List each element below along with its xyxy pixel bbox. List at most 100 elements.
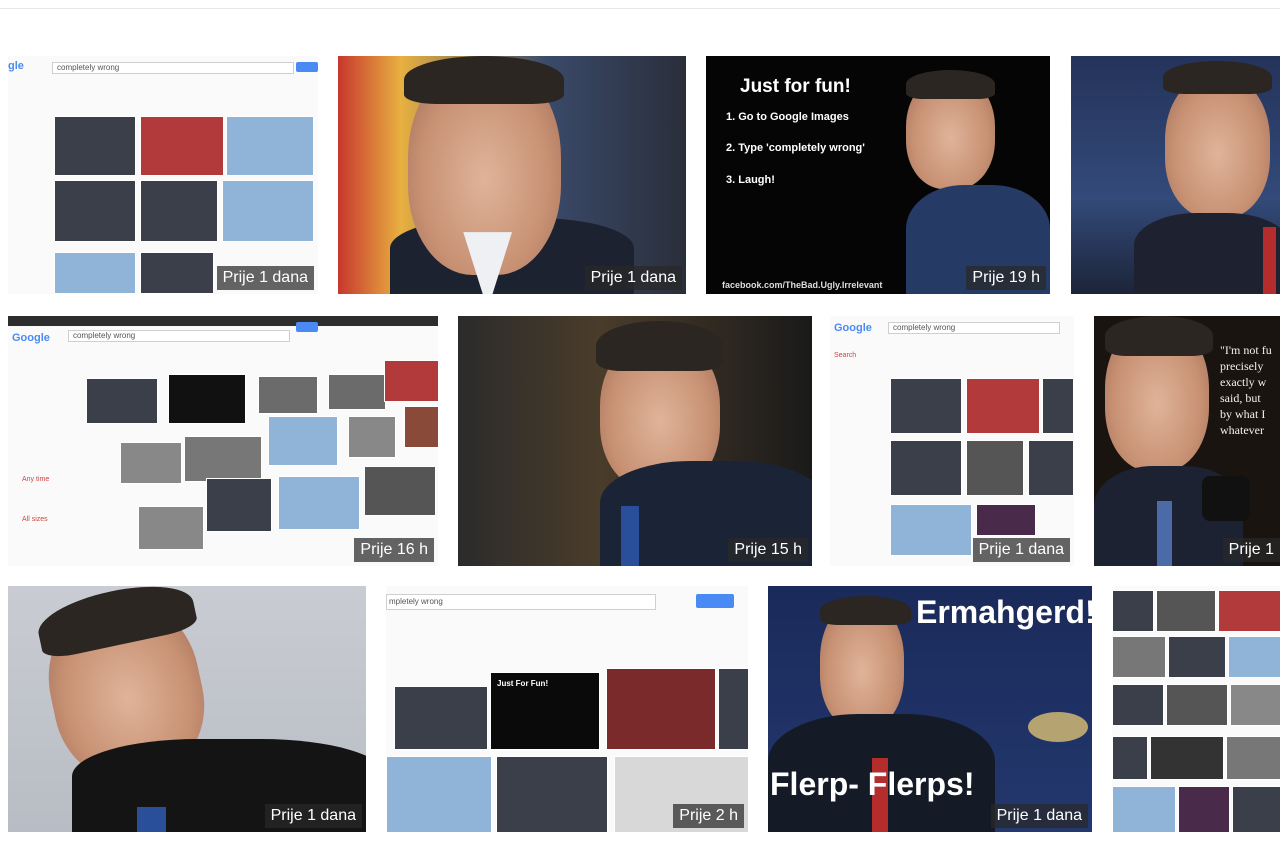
- thumbnail: [206, 478, 272, 532]
- image-result-tile[interactable]: [1112, 586, 1280, 832]
- thumbnail: [890, 440, 962, 496]
- quote-line: exactly w: [1220, 375, 1267, 389]
- thumbnail: [328, 374, 386, 410]
- image-result-tile[interactable]: Prije 1 dana: [8, 586, 366, 832]
- thumbnail: [140, 180, 218, 242]
- image-result-tile[interactable]: Google completely wrong Any time All siz…: [8, 316, 438, 566]
- time-badge: Prije 1 dana: [264, 804, 362, 828]
- quote-line: by what I: [1220, 407, 1266, 421]
- thumbnail: [1150, 736, 1224, 780]
- image-result-tile[interactable]: Prije 15 h: [458, 316, 812, 566]
- thumbnail: [86, 378, 158, 424]
- time-badge: Prije 16 h: [354, 538, 434, 562]
- thumbnail: [54, 180, 136, 242]
- time-badge: Prije 19 h: [966, 266, 1046, 290]
- thumbnail: [386, 756, 492, 832]
- search-box-image: completely wrong: [888, 322, 1060, 334]
- google-logo: Google: [12, 332, 50, 344]
- thumbnail: [364, 466, 436, 516]
- search-box-image: mpletely wrong: [386, 594, 656, 610]
- thumbnail: [394, 686, 488, 750]
- search-button-image: [296, 322, 318, 332]
- time-badge: Prije 1 dana: [990, 804, 1088, 828]
- quote-line: said, but: [1220, 391, 1261, 405]
- thumbnail: [258, 376, 318, 414]
- quote-line: "I'm not fu: [1220, 343, 1272, 357]
- prop-image: [1028, 712, 1088, 742]
- thumbnail: [1028, 440, 1074, 496]
- thumbnail: [1178, 786, 1230, 832]
- thumbnail: [1156, 590, 1216, 632]
- sidebar-link-image: Search: [834, 352, 857, 359]
- thumbnail: [138, 506, 204, 550]
- time-badge: Prije 2 h: [673, 804, 744, 828]
- search-query-text: completely wrong: [57, 63, 120, 72]
- meme-bottom-text: Flerp- Flerps!: [770, 766, 975, 802]
- thumbnail: [268, 416, 338, 466]
- thumbnail: [966, 440, 1024, 496]
- image-result-tile[interactable]: Google completely wrong Search Prije 1 d…: [830, 316, 1074, 566]
- time-badge: Prije 15 h: [728, 538, 808, 562]
- thumbnail: [1218, 590, 1280, 632]
- thumbnail: [1042, 378, 1074, 434]
- sidebar-link-image: All sizes: [22, 516, 48, 523]
- thumbnail: [168, 374, 246, 424]
- time-badge: Prije 1 dana: [972, 538, 1070, 562]
- thumbnail: [1232, 786, 1280, 832]
- thumbnail: [54, 116, 136, 176]
- search-button-image: [696, 594, 734, 608]
- thumbnail: [140, 252, 214, 294]
- thumbnail: [184, 436, 262, 482]
- thumbnail: [1112, 736, 1148, 780]
- image-result-tile[interactable]: Prije 1 dana: [338, 56, 686, 294]
- search-query-text: completely wrong: [893, 323, 956, 332]
- meme-line: 3. Laugh!: [726, 174, 775, 186]
- thumbnail: [226, 116, 314, 176]
- thumbnail: [54, 252, 136, 294]
- thumbnail: [890, 378, 962, 434]
- thumbnail: [222, 180, 314, 242]
- image-result-tile[interactable]: [1071, 56, 1280, 294]
- google-logo: gle: [8, 60, 24, 72]
- mini-meme-title: Just For Fun!: [497, 679, 549, 688]
- thumbnail: [1168, 636, 1226, 678]
- image-result-tile[interactable]: Just for fun! 1. Go to Google Images 2. …: [706, 56, 1050, 294]
- sidebar-link-image: Any time: [22, 476, 50, 483]
- search-button-image: [296, 62, 318, 72]
- meme-top-text: Ermahgerd!: [916, 594, 1092, 630]
- quote-line: whatever: [1220, 423, 1264, 437]
- meme-title: Just for fun!: [740, 76, 851, 97]
- thumbnail: [966, 378, 1040, 434]
- image-result-tile[interactable]: Ermahgerd! Flerp- Flerps! Prije 1 dana: [768, 586, 1092, 832]
- time-badge: Prije 1 dana: [584, 266, 682, 290]
- image-result-tile[interactable]: gle completely wrong Prije 1 dana: [8, 56, 318, 294]
- search-query-text: mpletely wrong: [389, 597, 443, 606]
- thumbnail: [1112, 636, 1166, 678]
- meme-footer: facebook.com/TheBad.Ugly.Irrelevant: [722, 280, 883, 290]
- search-box-image: completely wrong: [68, 330, 290, 342]
- meme-line: 2. Type 'completely wrong': [726, 142, 865, 154]
- time-badge: Prije 1 dana: [216, 266, 314, 290]
- time-badge: Prije 1: [1222, 538, 1280, 562]
- thumbnail: [348, 416, 396, 458]
- thumbnail: [1230, 684, 1280, 726]
- quote-line: precisely: [1220, 359, 1264, 373]
- thumbnail: [1112, 590, 1154, 632]
- thumbnail: [890, 504, 972, 556]
- thumbnail: [606, 668, 716, 750]
- top-divider: [0, 8, 1280, 9]
- thumbnail: [1228, 636, 1280, 678]
- thumbnail: [976, 504, 1036, 536]
- meme-line: 1. Go to Google Images: [726, 111, 849, 123]
- image-result-tile[interactable]: "I'm not fu precisely exactly w said, bu…: [1094, 316, 1280, 566]
- image-result-tile[interactable]: mpletely wrong Just For Fun! Prije 2 h: [386, 586, 748, 832]
- thumbnail: [120, 442, 182, 484]
- search-box-image: completely wrong: [52, 62, 294, 74]
- thumbnail: [496, 756, 608, 832]
- thumbnail: [404, 406, 438, 448]
- google-topbar-image: [8, 316, 438, 326]
- thumbnail: [384, 360, 438, 402]
- thumbnail: [718, 668, 748, 750]
- thumbnail: [1226, 736, 1280, 780]
- thumbnail: Just For Fun!: [490, 672, 600, 750]
